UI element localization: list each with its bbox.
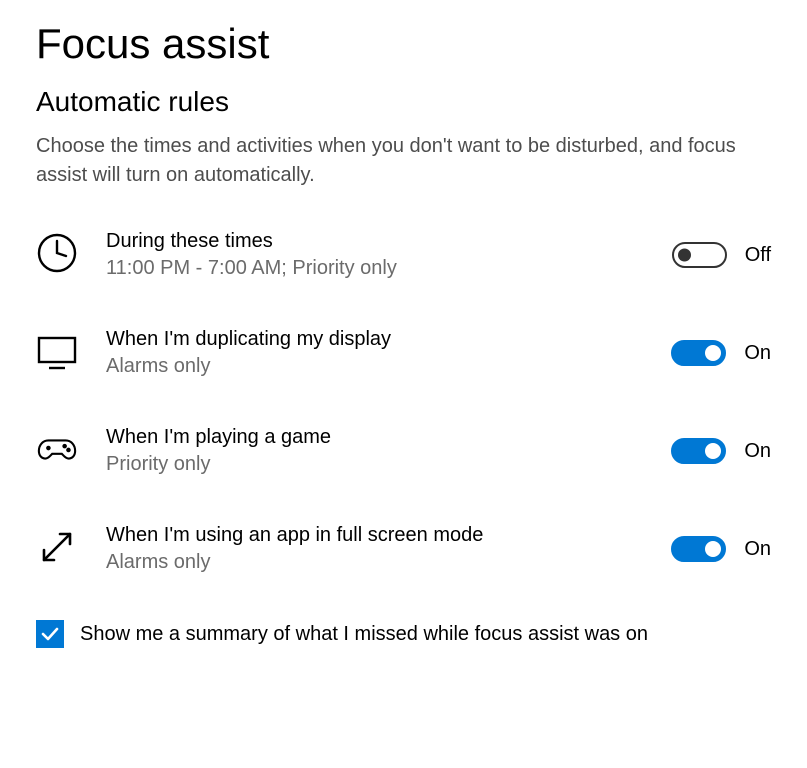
rule-duplicating-display[interactable]: When I'm duplicating my display Alarms o… (36, 326, 771, 380)
toggle-state-label: On (744, 342, 771, 365)
fullscreen-arrow-icon (36, 526, 78, 568)
rule-title: When I'm using an app in full screen mod… (106, 522, 655, 549)
rule-subtitle: 11:00 PM - 7:00 AM; Priority only (106, 255, 656, 282)
rule-subtitle: Alarms only (106, 353, 655, 380)
summary-checkbox-label: Show me a summary of what I missed while… (80, 623, 648, 646)
rule-subtitle: Alarms only (106, 549, 655, 576)
toggle-state-label: On (744, 538, 771, 561)
toggle-state-label: On (744, 440, 771, 463)
rule-toggle[interactable] (671, 340, 726, 366)
summary-checkbox[interactable] (36, 620, 64, 648)
rule-toggle[interactable] (671, 536, 726, 562)
section-heading: Automatic rules (36, 86, 771, 118)
rule-playing-game[interactable]: When I'm playing a game Priority only On (36, 424, 771, 478)
toggle-state-label: Off (745, 244, 771, 267)
monitor-icon (36, 330, 78, 372)
rule-subtitle: Priority only (106, 451, 655, 478)
section-description: Choose the times and activities when you… (36, 132, 771, 190)
rule-title: When I'm playing a game (106, 424, 655, 451)
rule-fullscreen-app[interactable]: When I'm using an app in full screen mod… (36, 522, 771, 576)
rule-during-times[interactable]: During these times 11:00 PM - 7:00 AM; P… (36, 228, 771, 282)
rule-toggle[interactable] (672, 242, 727, 268)
gamepad-icon (36, 428, 78, 470)
page-title: Focus assist (36, 20, 771, 68)
summary-checkbox-row[interactable]: Show me a summary of what I missed while… (36, 620, 771, 648)
clock-icon (36, 232, 78, 274)
rule-title: During these times (106, 228, 656, 255)
rule-title: When I'm duplicating my display (106, 326, 655, 353)
rule-toggle[interactable] (671, 438, 726, 464)
